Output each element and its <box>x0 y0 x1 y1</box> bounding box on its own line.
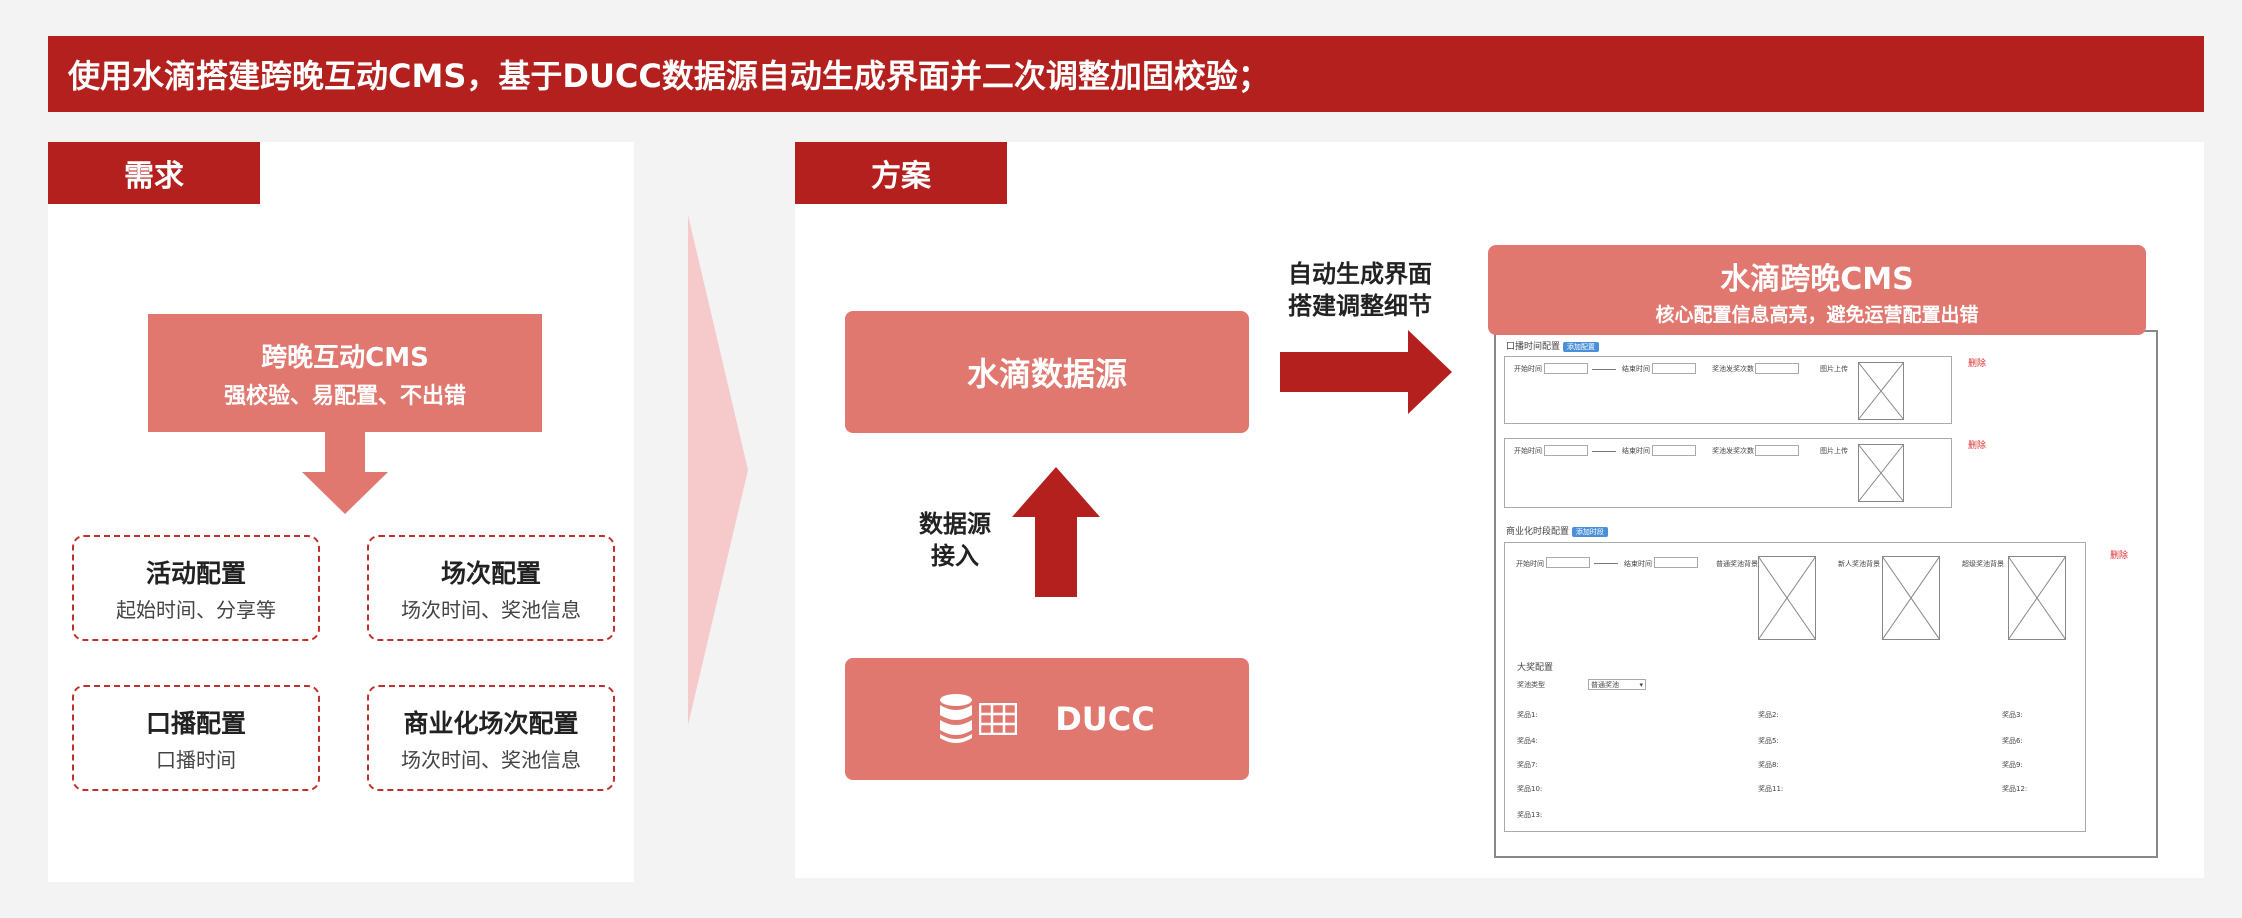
session-config-card: 场次配置 场次时间、奖池信息 <box>367 535 615 641</box>
requirements-tab: 需求 <box>48 142 260 204</box>
prize-count-input[interactable] <box>1755 445 1799 456</box>
prize-label: 奖品7: <box>1517 761 1538 769</box>
auto-generate-label: 自动生成界面 搭建调整细节 <box>1270 258 1450 323</box>
prize-label: 奖品8: <box>1758 761 1779 769</box>
image-upload-label: 图片上传 <box>1820 447 1848 455</box>
database-icon <box>940 694 973 743</box>
section-title-text: 商业化时段配置 <box>1506 527 1570 537</box>
ducc-label: DUCC <box>1055 700 1155 738</box>
range-dash <box>1592 369 1616 370</box>
access-label-line1: 数据源 <box>919 510 991 538</box>
page-title: 使用水滴搭建跨晚互动CMS，基于DUCC数据源自动生成界面并二次调整加固校验； <box>48 36 2204 112</box>
end-time-input[interactable] <box>1652 363 1696 374</box>
start-time-input[interactable] <box>1546 557 1590 568</box>
end-time-input[interactable] <box>1652 445 1696 456</box>
access-label: 数据源 接入 <box>900 508 1010 573</box>
delete-link[interactable]: 删除 <box>1968 356 1986 369</box>
prize-label: 奖品2: <box>1758 711 1779 719</box>
newbie-pool-bg-label: 新人奖池背景 <box>1838 560 1880 568</box>
image-placeholder-icon[interactable] <box>1758 556 1816 640</box>
end-time-input[interactable] <box>1654 557 1698 568</box>
end-time-label: 结束时间 <box>1622 447 1650 455</box>
end-time-label: 结束时间 <box>1622 365 1650 373</box>
right-arrow-icon <box>1280 330 1452 414</box>
activity-config-card: 活动配置 起始时间、分享等 <box>72 535 320 641</box>
cms-requirement-title: 跨晚互动CMS <box>261 342 429 373</box>
solution-tab: 方案 <box>795 142 1007 204</box>
pool-type-label: 奖池类型 <box>1517 681 1545 689</box>
ducc-box: DUCC <box>845 658 1249 780</box>
down-arrow-icon <box>302 430 388 514</box>
prize-count-label: 奖池发奖次数 <box>1712 447 1754 455</box>
datasource-box: 水滴数据源 <box>845 311 1249 433</box>
commercial-session-card: 商业化场次配置 场次时间、奖池信息 <box>367 685 615 791</box>
prize-count-input[interactable] <box>1755 363 1799 374</box>
prize-label: 奖品4: <box>1517 737 1538 745</box>
image-upload-label: 图片上传 <box>1820 365 1848 373</box>
range-dash <box>1594 563 1618 564</box>
prize-label: 奖品3: <box>2002 711 2023 719</box>
normal-pool-bg-label: 普通奖池背景 <box>1716 560 1758 568</box>
cms-title: 水滴跨晚CMS <box>1720 261 1914 297</box>
chevron-down-icon: ▾ <box>1639 681 1643 689</box>
prize-label: 奖品1: <box>1517 711 1538 719</box>
section-title-text: 口播时间配置 <box>1506 342 1561 352</box>
cms-requirement-box: 跨晚互动CMS 强校验、易配置、不出错 <box>148 314 542 432</box>
grand-prize-title: 大奖配置 <box>1517 663 1554 673</box>
image-placeholder-icon[interactable] <box>1882 556 1940 640</box>
broadcast-config-card: 口播配置 口播时间 <box>72 685 320 791</box>
delete-link[interactable]: 删除 <box>1968 438 1986 451</box>
card-subtitle: 口播时间 <box>156 747 236 772</box>
pool-type-select[interactable]: 普通奖池 ▾ <box>1588 679 1646 690</box>
auto-label-line2: 搭建调整细节 <box>1288 292 1432 321</box>
card-subtitle: 起始时间、分享等 <box>116 597 276 622</box>
range-dash <box>1592 451 1616 452</box>
start-time-label: 开始时间 <box>1516 560 1544 568</box>
commercial-section-title: 商业化时段配置 添加时段 <box>1506 524 1608 537</box>
start-time-input[interactable] <box>1544 445 1588 456</box>
card-subtitle: 场次时间、奖池信息 <box>401 597 581 622</box>
prize-label: 奖品5: <box>1758 737 1779 745</box>
prize-count-label: 奖池发奖次数 <box>1712 365 1754 373</box>
prize-label: 奖品12: <box>2002 785 2028 793</box>
image-placeholder-icon[interactable] <box>2008 556 2066 640</box>
super-pool-bg-label: 超级奖池背景 <box>1962 560 2004 568</box>
image-placeholder-icon[interactable] <box>1858 362 1904 420</box>
broadcast-section-title: 口播时间配置 添加配置 <box>1506 339 1599 352</box>
access-label-line2: 接入 <box>931 542 979 571</box>
card-subtitle: 场次时间、奖池信息 <box>401 747 581 772</box>
start-time-label: 开始时间 <box>1514 365 1542 373</box>
up-arrow-icon <box>1012 467 1100 597</box>
table-icon <box>979 703 1018 735</box>
transition-chevron-icon <box>688 215 748 725</box>
delete-link[interactable]: 删除 <box>2110 548 2128 561</box>
end-time-label: 结束时间 <box>1624 560 1652 568</box>
prize-label: 奖品9: <box>2002 761 2023 769</box>
cms-title-box: 水滴跨晚CMS 核心配置信息高亮，避免运营配置出错 <box>1488 245 2146 335</box>
add-slot-button[interactable]: 添加时段 <box>1571 527 1608 537</box>
image-placeholder-icon[interactable] <box>1858 444 1904 502</box>
prize-label: 奖品13: <box>1517 811 1543 819</box>
prize-label: 奖品11: <box>1758 785 1784 793</box>
card-title: 场次配置 <box>440 558 541 588</box>
card-title: 口播配置 <box>145 708 246 738</box>
pool-type-value: 普通奖池 <box>1591 681 1619 689</box>
cms-requirement-subtitle: 强校验、易配置、不出错 <box>223 383 466 409</box>
card-title: 活动配置 <box>145 558 246 588</box>
prize-label: 奖品6: <box>2002 737 2023 745</box>
add-config-button[interactable]: 添加配置 <box>1562 342 1599 352</box>
start-time-label: 开始时间 <box>1514 447 1542 455</box>
prize-label: 奖品10: <box>1517 785 1543 793</box>
auto-label-line1: 自动生成界面 <box>1288 260 1432 288</box>
datasource-label: 水滴数据源 <box>966 355 1127 393</box>
cms-subtitle: 核心配置信息高亮，避免运营配置出错 <box>1655 303 1979 326</box>
start-time-input[interactable] <box>1544 363 1588 374</box>
card-title: 商业化场次配置 <box>403 708 579 738</box>
